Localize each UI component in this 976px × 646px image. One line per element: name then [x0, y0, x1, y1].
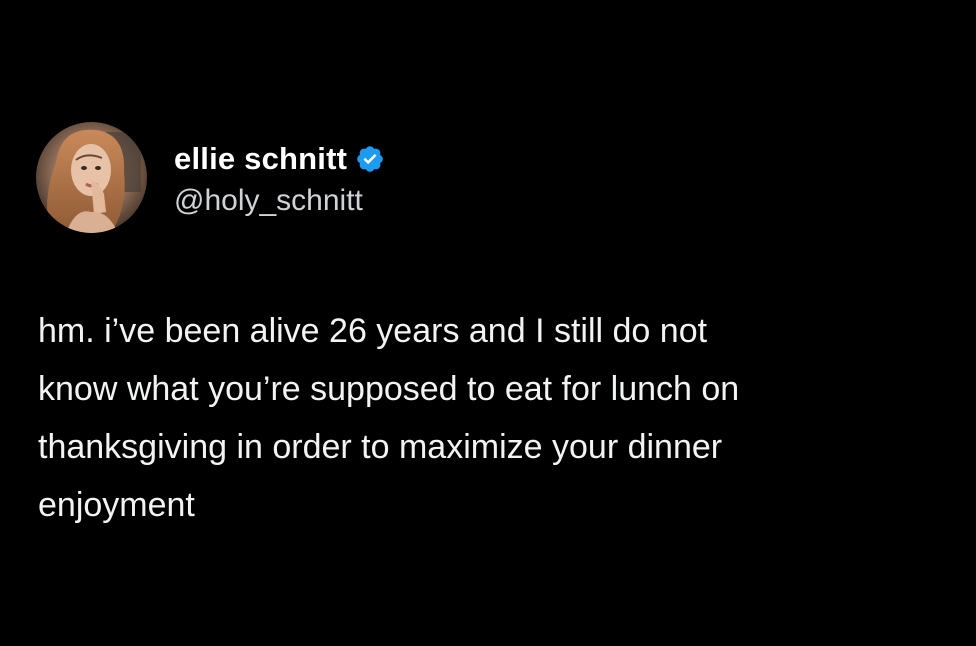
display-name[interactable]: ellie schnitt	[174, 141, 347, 177]
avatar-image	[36, 122, 147, 233]
tweet-card: ellie schnitt @holy_schnitt hm. i’ve bee…	[0, 0, 976, 646]
tweet-header: ellie schnitt @holy_schnitt	[36, 122, 385, 233]
display-name-row: ellie schnitt	[174, 138, 385, 180]
verified-badge-icon	[355, 144, 385, 174]
avatar[interactable]	[36, 122, 147, 233]
author-names: ellie schnitt @holy_schnitt	[174, 138, 385, 218]
handle[interactable]: @holy_schnitt	[174, 184, 385, 218]
tweet-text: hm. i’ve been alive 26 years and I still…	[38, 312, 740, 524]
